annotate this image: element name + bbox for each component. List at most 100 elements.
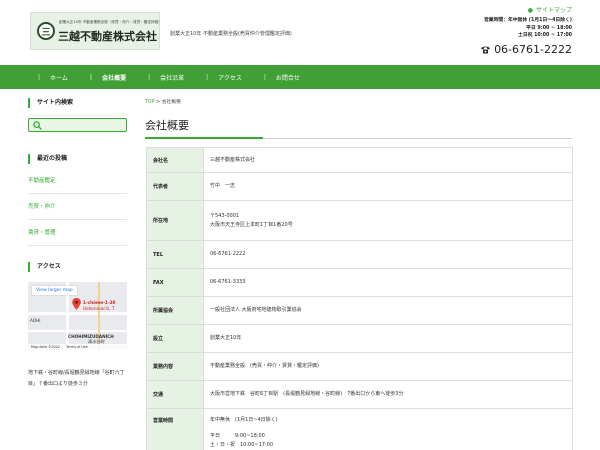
row-value: 〒543-0001 大阪市天王寺区上本町1丁目1番20号 bbox=[203, 200, 573, 241]
row-value-line: 不動産業務全般 (売買・仲介・賃貸・鑑定評価) bbox=[210, 363, 319, 369]
nav-item[interactable]: | 会社概要 bbox=[79, 73, 137, 82]
breadcrumb-separator: > bbox=[156, 100, 161, 105]
row-value-line: 〒543-0001 bbox=[210, 212, 240, 219]
nav-item[interactable]: | アクセス bbox=[195, 73, 253, 82]
table-row: 業務内容 不動産業務全般 (売買・仲介・賃貸・鑑定評価) bbox=[146, 352, 573, 381]
global-nav: | ホーム | 会社概要 | 会社沿革 | アクセス | お問合せ bbox=[0, 65, 600, 89]
table-row: 所属協会 一般社団法人 大阪府宅地建物取引業協会 bbox=[146, 296, 573, 325]
row-label: 業務内容 bbox=[146, 352, 204, 381]
header-phone[interactable]: 06-6761-2222 bbox=[480, 43, 572, 56]
nav-item[interactable]: | ホーム bbox=[27, 73, 79, 82]
table-row: 営業時間 年中無休 (1月1日~4日除く) 平日 9:00~18:00 土・日・祝 1… bbox=[146, 408, 573, 450]
nav-separator: | bbox=[206, 73, 209, 81]
row-value-line: 大阪市営地下鉄 谷町6丁目駅 (長堀鶴見緑地線・谷町線) 7番出口から東へ徒歩3… bbox=[210, 391, 404, 397]
nav-item[interactable]: | 会社沿革 bbox=[137, 73, 195, 82]
phone-icon bbox=[481, 46, 491, 54]
nav-item-label[interactable]: 会社概要 bbox=[102, 73, 126, 82]
row-value: 不動産業務全般 (売買・仲介・賃貸・鑑定評価) bbox=[203, 352, 573, 381]
page-title: 会社概要 bbox=[145, 117, 572, 139]
row-label: 代表者 bbox=[146, 172, 204, 201]
breadcrumb-home-link[interactable]: TOP bbox=[145, 100, 155, 105]
row-value: 06-6761-3333 bbox=[203, 268, 573, 297]
nav-separator: | bbox=[89, 73, 93, 81]
row-label: 営業時間 bbox=[146, 408, 204, 450]
business-hours: 営業時間：年中無休 (1月1日～4日除く) 平日 9:00 ~ 18:00 土日… bbox=[484, 17, 572, 40]
access-directions: 地下鉄・谷町線/長堀鶴見緑地線「谷町六丁目」７番出口より徒歩３分 bbox=[28, 370, 125, 387]
map-terms-link[interactable]: Terms of Use bbox=[66, 345, 88, 349]
bullet-icon: ● bbox=[527, 7, 533, 14]
sidebar-search-heading: サイト内検索 bbox=[28, 98, 127, 108]
row-value-line: 竹中 一志 bbox=[210, 183, 236, 189]
recent-post-link[interactable]: 賃貸・管理 bbox=[28, 220, 127, 246]
nav-separator: | bbox=[148, 73, 151, 81]
row-value: 一般社団法人 大阪府宅地建物取引業協会 bbox=[203, 296, 573, 325]
row-value-line: 一般社団法人 大阪府宅地建物取引業協会 bbox=[210, 307, 302, 313]
nav-separator: | bbox=[263, 73, 266, 81]
sidebar: サイト内検索 最近の投稿 不動産鑑定 売買・仲介 賃貸・管理 アクセス View l… bbox=[28, 98, 127, 390]
logo-emblem-icon: 三 bbox=[37, 22, 55, 40]
row-value-line: 三越不動産株式会社 bbox=[210, 156, 256, 163]
row-label: 設立 bbox=[146, 324, 204, 353]
map-pin-icon bbox=[72, 298, 81, 310]
sitemap-label[interactable]: サイトマップ bbox=[536, 7, 572, 14]
row-label: TEL bbox=[146, 240, 204, 269]
embedded-map[interactable]: View larger map 1-chōme-1-20 Uehonmachi,… bbox=[28, 282, 127, 350]
row-value-line: 06-6761-3333 bbox=[210, 279, 246, 285]
map-label-address: 1-chōme-1-20 bbox=[83, 300, 116, 305]
table-row: FAX 06-6761-3333 bbox=[146, 268, 573, 297]
row-value: 06-6761-2222 bbox=[203, 240, 573, 269]
sidebar-posts-heading: 最近の投稿 bbox=[28, 154, 127, 164]
logo-subtitle: 創業大正10年 不動産業務全般（売買・仲介・賃貸・鑑定評価） bbox=[59, 20, 162, 24]
phone-number[interactable]: 06-6761-2222 bbox=[494, 43, 572, 56]
row-value: 創業大正10年 bbox=[203, 324, 573, 353]
table-row: 会社名 三越不動産株式会社 bbox=[146, 147, 573, 173]
table-row: 交通 大阪市営地下鉄 谷町6丁目駅 (長堀鶴見緑地線・谷町線) 7番出口から東へ徒… bbox=[146, 380, 573, 409]
table-row: 代表者 竹中 一志 bbox=[146, 172, 573, 201]
breadcrumb: TOP > 会社概要 bbox=[145, 98, 572, 105]
table-row: 所在地 〒543-0001 大阪市天王寺区上本町1丁目1番20号 bbox=[146, 200, 573, 241]
row-value: 年中無休 (1月1日~4日除く) 平日 9:00~18:00 土・日・祝 10:00… bbox=[203, 408, 573, 450]
search-input[interactable] bbox=[28, 118, 127, 132]
site-header: 三 創業大正10年 不動産業務全般（売買・仲介・賃貸・鑑定評価） 三越不動産株式… bbox=[0, 0, 600, 64]
site-logo[interactable]: 三 創業大正10年 不動産業務全般（売買・仲介・賃貸・鑑定評価） 三越不動産株式… bbox=[30, 12, 162, 50]
nav-item-label[interactable]: 会社沿革 bbox=[160, 73, 184, 82]
sidebar-access-heading: アクセス bbox=[28, 262, 127, 272]
nav-item-label[interactable]: ホーム bbox=[50, 73, 68, 82]
map-footer: Map data ©2022 Terms of Use bbox=[28, 344, 127, 350]
row-value-line bbox=[210, 425, 572, 432]
main-content: TOP > 会社概要 会社概要 会社名 三越不動産株式会社 代表者 竹中 一志 所在地〒… bbox=[145, 98, 573, 450]
map-label-address-2: Uehonmachi, T bbox=[83, 306, 115, 311]
nav-item-label[interactable]: お問合せ bbox=[276, 73, 300, 82]
sitemap-link[interactable]: ● サイトマップ bbox=[528, 5, 572, 14]
row-value: 竹中 一志 bbox=[203, 172, 573, 201]
nav-item[interactable]: | お問合せ bbox=[253, 73, 311, 82]
row-value-line: 年中無休 (1月1日~4日除く) bbox=[210, 417, 278, 423]
breadcrumb-current: 会社概要 bbox=[161, 100, 181, 105]
table-row: TEL 06-6761-2222 bbox=[146, 240, 573, 269]
row-value-line: 平日 9:00~18:00 bbox=[210, 433, 265, 439]
map-data-credit: Map data ©2022 bbox=[31, 345, 60, 349]
hours-line-1: 営業時間：年中無休 (1月1日～4日除く) bbox=[483, 18, 572, 23]
row-value: 大阪市営地下鉄 谷町6丁目駅 (長堀鶴見緑地線・谷町線) 7番出口から東へ徒歩3… bbox=[203, 380, 573, 409]
nav-separator: | bbox=[38, 73, 41, 81]
map-road bbox=[28, 312, 127, 315]
row-value-line: 06-6761-2222 bbox=[210, 251, 246, 257]
search-icon[interactable] bbox=[33, 121, 42, 130]
map-road bbox=[28, 330, 127, 332]
header-tagline: 創業大正10年 不動産業務全般(売買仲介管理鑑定評価) bbox=[170, 31, 292, 37]
row-value-line: 創業大正10年 bbox=[210, 335, 242, 341]
row-label: FAX bbox=[146, 268, 204, 297]
table-row: 設立 創業大正10年 bbox=[146, 324, 573, 353]
company-info-table: 会社名 三越不動産株式会社 代表者 竹中 一志 所在地 〒543-0001 大阪市天王寺区上… bbox=[146, 147, 573, 450]
recent-post-link[interactable]: 売買・仲介 bbox=[28, 194, 127, 220]
company-name: 三越不動産株式会社 bbox=[58, 30, 157, 43]
row-value-line: 土・日・祝 10:00~17:00 bbox=[210, 442, 274, 448]
row-label: 所属協会 bbox=[146, 296, 204, 325]
hours-line-3: 土日祝 10:00 ~ 17:00 bbox=[518, 33, 572, 38]
recent-post-link[interactable]: 不動産鑑定 bbox=[28, 168, 127, 194]
row-value: 三越不動産株式会社 bbox=[203, 147, 573, 173]
map-label-left: AOHI bbox=[30, 318, 41, 323]
view-larger-map-button[interactable]: View larger map bbox=[32, 286, 77, 295]
row-label: 会社名 bbox=[146, 147, 204, 173]
nav-item-label[interactable]: アクセス bbox=[218, 73, 242, 82]
